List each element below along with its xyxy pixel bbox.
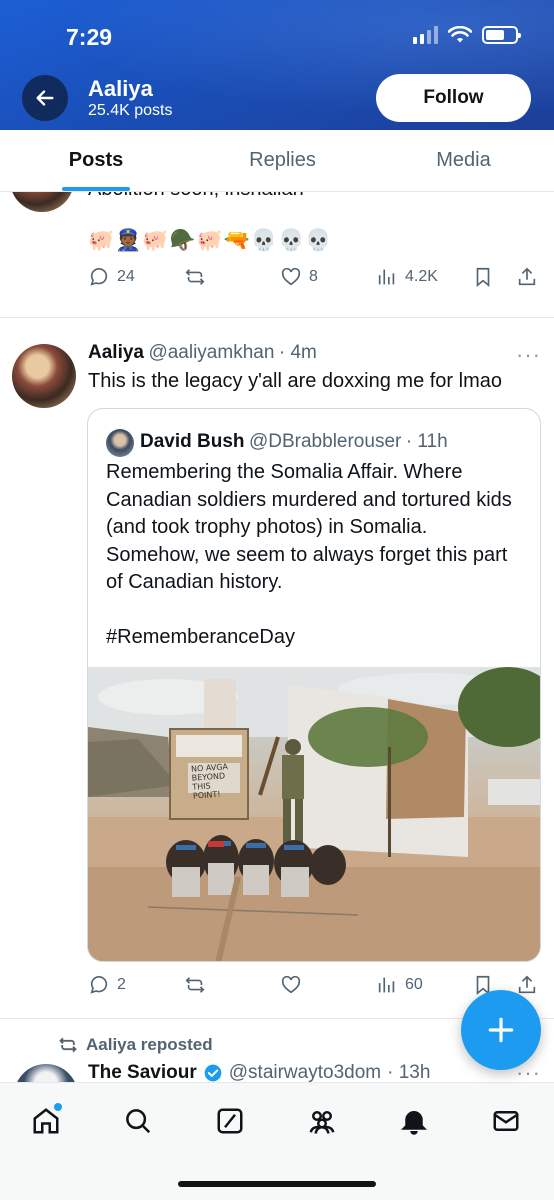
view-count: 60	[405, 976, 423, 993]
repost-indicator: Aaliya reposted	[58, 1035, 213, 1055]
quoted-author-handle: @DBrabblerouser	[248, 431, 402, 452]
profile-tabs: Posts Replies Media	[0, 130, 554, 192]
nav-communities[interactable]	[302, 1101, 342, 1141]
tab-media[interactable]: Media	[373, 130, 554, 191]
bell-icon	[400, 1111, 428, 1135]
reply-icon	[90, 976, 108, 994]
share-icon	[518, 267, 536, 286]
plus-icon	[488, 1017, 514, 1043]
post-time: · 4m	[278, 342, 317, 363]
nav-notifications[interactable]	[394, 1101, 434, 1141]
repost-icon	[185, 977, 205, 993]
like-button[interactable]: 8	[280, 266, 318, 288]
quoted-photo[interactable]: NO AVGA BEYOND THIS POINT!	[88, 667, 540, 961]
repost-icon	[185, 269, 205, 285]
arrow-left-icon	[36, 90, 54, 106]
views-button[interactable]: 60	[376, 974, 423, 996]
author-name[interactable]: The Saviour	[88, 1062, 197, 1082]
heart-icon	[281, 975, 301, 994]
nav-grok[interactable]	[210, 1101, 250, 1141]
profile-name: Aaliya	[88, 76, 153, 101]
views-icon	[378, 269, 395, 285]
quoted-text: Remembering the Somalia Affair. Where Ca…	[106, 461, 512, 648]
share-button[interactable]	[516, 974, 538, 996]
home-indicator	[178, 1181, 376, 1187]
reply-button[interactable]: 24	[88, 266, 135, 288]
avatar[interactable]	[10, 192, 74, 212]
view-count: 4.2K	[405, 268, 438, 285]
nav-messages[interactable]	[486, 1101, 526, 1141]
more-icon[interactable]: ···	[516, 342, 541, 368]
quoted-author-name: David Bush	[140, 431, 245, 452]
repost-button[interactable]	[184, 974, 206, 996]
signal-icon	[413, 26, 438, 44]
post-header: The Saviour @stairwayto3dom · 13h	[88, 1062, 430, 1082]
share-icon	[518, 975, 536, 994]
wifi-icon	[448, 26, 472, 43]
author-handle[interactable]: @stairwayto3dom	[229, 1062, 381, 1082]
nav-home[interactable]	[26, 1101, 66, 1141]
bookmark-button[interactable]	[472, 266, 494, 288]
quoted-post[interactable]: David Bush @DBrabblerouser · 11h Remembe…	[87, 408, 541, 962]
quoted-header: David Bush @DBrabblerouser · 11h	[140, 431, 448, 453]
avatar[interactable]	[12, 344, 76, 408]
like-count: 8	[309, 268, 318, 285]
reply-count: 24	[117, 268, 135, 285]
tab-posts[interactable]: Posts	[0, 130, 192, 191]
notification-dot	[54, 1103, 62, 1111]
profile-header: 7:29 Aaliya 25.4K posts Follow	[0, 0, 554, 130]
author-handle[interactable]: @aaliyamkhan	[148, 342, 274, 363]
reply-button[interactable]: 2	[88, 974, 126, 996]
author-name[interactable]: Aaliya	[88, 342, 144, 363]
bottom-nav	[0, 1082, 554, 1200]
follow-button[interactable]: Follow	[376, 74, 531, 122]
repost-label: Aaliya reposted	[86, 1035, 213, 1054]
quoted-post-time: · 11h	[405, 431, 448, 452]
reply-count: 2	[117, 976, 126, 993]
search-icon	[126, 1109, 151, 1134]
mail-icon	[493, 1111, 519, 1131]
post-time: · 13h	[387, 1062, 431, 1082]
status-icons	[413, 26, 521, 44]
grok-icon	[217, 1108, 243, 1134]
status-time: 7:29	[66, 24, 113, 50]
post-count: 25.4K posts	[88, 102, 173, 119]
like-button[interactable]	[280, 974, 302, 996]
tab-replies[interactable]: Replies	[192, 130, 373, 191]
back-button[interactable]	[22, 75, 68, 121]
repost-button[interactable]	[184, 266, 206, 288]
battery-icon	[482, 26, 521, 44]
share-button[interactable]	[516, 266, 538, 288]
heart-icon	[281, 267, 301, 286]
bookmark-icon	[476, 267, 490, 288]
photo-sign-text: NO AVGA BEYOND THIS POINT!	[190, 762, 229, 801]
reply-icon	[90, 268, 108, 286]
views-button[interactable]: 4.2K	[376, 266, 438, 288]
verified-badge-icon	[204, 1064, 222, 1082]
views-icon	[378, 977, 395, 993]
nav-search[interactable]	[118, 1101, 158, 1141]
post-emoji-line: 🐖👮🏾🐖🪖🐖🔫💀💀💀	[88, 228, 333, 252]
feed[interactable]: Abolition soon, inshallah 🐖👮🏾🐖🪖🐖🔫💀💀💀 24 …	[0, 192, 554, 1082]
compose-button[interactable]	[461, 990, 541, 1070]
post-text: This is the legacy y'all are doxxing me …	[88, 370, 502, 392]
avatar[interactable]	[14, 1064, 78, 1082]
post-text-partial: Abolition soon, inshallah	[88, 192, 304, 201]
communities-icon	[309, 1111, 335, 1134]
post-header: Aaliya @aaliyamkhan · 4m	[88, 342, 317, 364]
divider	[0, 317, 554, 318]
quoted-avatar[interactable]	[106, 429, 134, 457]
repost-icon	[59, 1037, 77, 1053]
photo-illustration	[88, 667, 540, 961]
